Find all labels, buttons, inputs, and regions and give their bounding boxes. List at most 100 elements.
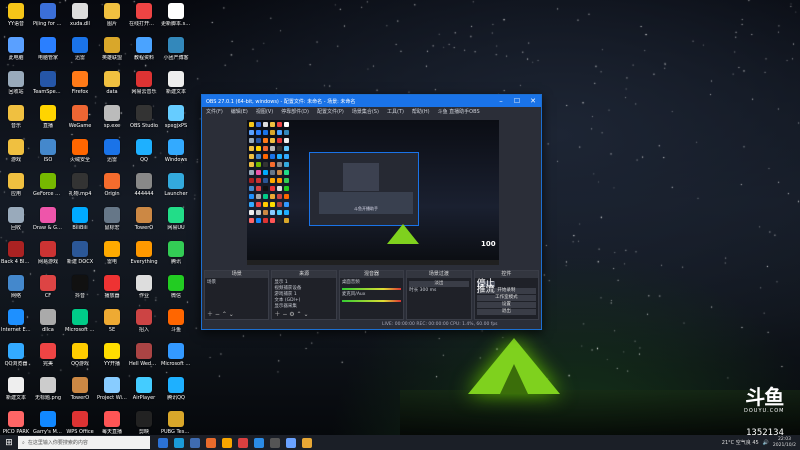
desktop-icon[interactable]: 鼠标宏 bbox=[98, 206, 126, 240]
desktop-icon[interactable]: QQ bbox=[130, 138, 158, 172]
control-button[interactable]: 工作室模式 bbox=[476, 295, 537, 301]
desktop-icon[interactable]: 网易UU bbox=[162, 206, 190, 240]
desktop-icon[interactable]: Windows bbox=[162, 138, 190, 172]
obs-window[interactable]: OBS 27.0.1 (64-bit, windows) - 配置文件: 未命名… bbox=[201, 94, 542, 330]
control-button[interactable]: 设置 bbox=[476, 302, 537, 308]
desktop-icon[interactable]: 腾讯 bbox=[162, 240, 190, 274]
desktop-icon[interactable]: 教程资料 bbox=[130, 36, 158, 70]
close-icon[interactable]: ✕ bbox=[525, 97, 541, 105]
obs-menu-item[interactable]: 视图(V) bbox=[256, 108, 273, 115]
taskbar-search[interactable]: ⌕ 在这里输入你要搜索的内容 bbox=[18, 436, 150, 449]
desktop-icon[interactable]: 更新脚本.skin bbox=[161, 2, 191, 36]
desktop-icon[interactable]: ISO bbox=[34, 138, 62, 172]
desktop-icon[interactable]: sp.exe bbox=[98, 104, 126, 138]
desktop-icon[interactable]: 网易云音乐 bbox=[130, 70, 158, 104]
desktop-icon[interactable]: 应用 bbox=[2, 172, 30, 206]
desktop-icon[interactable]: 腾讯QQ bbox=[162, 376, 190, 410]
desktop-icon[interactable]: Project Winter bbox=[97, 376, 127, 410]
desktop-icon[interactable]: 网络 bbox=[2, 274, 30, 308]
desktop-icon[interactable]: 雷电 bbox=[98, 240, 126, 274]
desktop-icon[interactable]: 迅雷 bbox=[98, 138, 126, 172]
desktop-icon[interactable]: CF bbox=[34, 274, 62, 308]
desktop-icon[interactable]: YY语音 bbox=[2, 2, 30, 36]
desktop-icon[interactable]: TowerO bbox=[130, 206, 158, 240]
desktop-icon[interactable]: 抖音 bbox=[66, 274, 94, 308]
desktop-icon[interactable]: BiliBili bbox=[66, 206, 94, 240]
desktop-icon[interactable]: AirPlayer bbox=[130, 376, 158, 410]
desktop-icon[interactable]: spxgjxPS bbox=[162, 104, 190, 138]
taskbar-app-icon[interactable] bbox=[190, 437, 200, 448]
desktop-icon[interactable]: 礼物.mp4 bbox=[66, 172, 94, 206]
obs-menu-item[interactable]: 文件(F) bbox=[206, 108, 223, 115]
desktop-icon[interactable]: 5E bbox=[98, 308, 126, 342]
desktop-icon[interactable]: Origin bbox=[98, 172, 126, 206]
desktop-icon[interactable]: OBS Studio bbox=[130, 104, 158, 138]
obs-menu-item[interactable]: 编辑(E) bbox=[231, 108, 248, 115]
desktop-icon[interactable]: Back 4 Blood Beta bbox=[1, 240, 31, 274]
desktop-icon[interactable]: 直播 bbox=[34, 104, 62, 138]
desktop-icon[interactable]: 火绒安全 bbox=[66, 138, 94, 172]
obs-menu-item[interactable]: 场景集合(S) bbox=[352, 108, 379, 115]
desktop-icon[interactable]: 完美 bbox=[34, 342, 62, 376]
minimize-icon[interactable]: – bbox=[493, 97, 509, 105]
desktop-icon[interactable]: 图片 bbox=[98, 2, 126, 36]
desktop-icon[interactable]: 此电脑 bbox=[2, 36, 30, 70]
taskbar-app-icon[interactable] bbox=[206, 437, 216, 448]
volume-icon[interactable]: 🔊 bbox=[763, 440, 769, 446]
transition-select[interactable]: 淡出 bbox=[409, 281, 469, 287]
taskbar-app-icon[interactable] bbox=[222, 437, 232, 448]
desktop-icon[interactable]: 招入 bbox=[130, 308, 158, 342]
desktop-icon[interactable]: 回收站 bbox=[2, 70, 30, 104]
desktop-icon[interactable]: data bbox=[98, 70, 126, 104]
desktop-icon[interactable]: Everything bbox=[130, 240, 158, 274]
obs-menu-item[interactable]: 斗鱼 直播助手OBS bbox=[438, 108, 480, 115]
desktop-icon[interactable]: TowerO bbox=[66, 376, 94, 410]
desktop-icon[interactable]: Piling for the Finish Mo bbox=[33, 2, 63, 36]
desktop-audio-meter[interactable] bbox=[341, 288, 402, 290]
taskbar-app-icon[interactable] bbox=[270, 437, 280, 448]
desktop-icon[interactable]: WeGame bbox=[66, 104, 94, 138]
desktop-icon[interactable]: Microsoft Store bbox=[161, 342, 191, 376]
desktop-icon[interactable]: 迅雷 bbox=[66, 36, 94, 70]
obs-menu-item[interactable]: 工具(T) bbox=[387, 108, 404, 115]
windows-start-icon[interactable]: ⊞ bbox=[0, 438, 18, 448]
taskbar-app-icon[interactable] bbox=[158, 437, 168, 448]
desktop-icon[interactable]: 新建 DOCX bbox=[66, 240, 94, 274]
desktop-icon[interactable]: 电脑管家 bbox=[34, 36, 62, 70]
desktop-icon[interactable]: 在线打开方便转换器 bbox=[129, 2, 159, 36]
clock[interactable]: 22:03 2021/10/2 bbox=[773, 437, 796, 449]
control-button[interactable]: 退出 bbox=[476, 309, 537, 315]
desktop-icon[interactable]: QQ浏览器 bbox=[2, 342, 30, 376]
desktop-icon[interactable]: 新建文本 bbox=[2, 376, 30, 410]
desktop-icon[interactable]: 微信 bbox=[162, 274, 190, 308]
desktop-icon[interactable]: Microsoft Edge bbox=[65, 308, 95, 342]
obs-menu-item[interactable]: 停靠部件(D) bbox=[281, 108, 309, 115]
taskbar-app-icon[interactable] bbox=[286, 437, 296, 448]
taskbar-app-icon[interactable] bbox=[238, 437, 248, 448]
obs-preview[interactable]: 斗鱼开播助手 100 bbox=[247, 120, 499, 265]
scenes-toolbar[interactable]: ＋ − ⌃ ⌄ bbox=[207, 309, 234, 318]
mic-audio-meter[interactable] bbox=[341, 300, 402, 302]
desktop-icon[interactable]: 斗鱼 bbox=[162, 308, 190, 342]
desktop-icon[interactable]: 无标题.png bbox=[34, 376, 62, 410]
duration-input[interactable]: 300 ms bbox=[420, 288, 437, 293]
taskbar-app-icon[interactable] bbox=[254, 437, 264, 448]
desktop-icon[interactable]: 网易游戏 bbox=[34, 240, 62, 274]
weather-text[interactable]: 21°C 空气良 45 bbox=[722, 439, 759, 446]
obs-menu-item[interactable]: 帮助(H) bbox=[412, 108, 430, 115]
desktop-icon[interactable]: Internet Explorer bbox=[1, 308, 31, 342]
desktop-icon[interactable]: dllca bbox=[34, 308, 62, 342]
desktop-icon[interactable]: 回收 bbox=[2, 206, 30, 240]
desktop-icon[interactable]: GeForce Experience bbox=[33, 172, 63, 206]
desktop-icon[interactable]: YY开播 bbox=[98, 342, 126, 376]
desktop-icon[interactable]: 新建文本 bbox=[162, 70, 190, 104]
control-button[interactable]: 停止推流 bbox=[476, 280, 495, 295]
desktop-icon[interactable]: Hell Wedding bbox=[129, 342, 159, 376]
desktop-icon[interactable]: 小团产博客 bbox=[162, 36, 190, 70]
desktop-icon[interactable]: QQ游戏 bbox=[66, 342, 94, 376]
desktop-icon[interactable]: 444444 bbox=[130, 172, 158, 206]
desktop-icon[interactable]: TeamSpeak 3 bbox=[33, 70, 63, 104]
obs-menu-item[interactable]: 配置文件(P) bbox=[317, 108, 344, 115]
desktop-icon[interactable]: 英雄联盟 bbox=[98, 36, 126, 70]
desktop-icon[interactable]: 作业 bbox=[130, 274, 158, 308]
